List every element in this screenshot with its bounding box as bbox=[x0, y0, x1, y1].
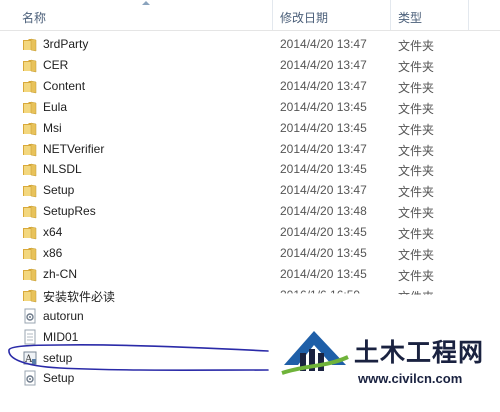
file-row[interactable]: zh-CN 2014/4/20 13:45 文件夹 bbox=[0, 264, 500, 285]
file-type: 文件夹 bbox=[398, 101, 435, 116]
civilcn-logo-icon bbox=[281, 331, 349, 375]
column-divider[interactable] bbox=[468, 0, 469, 30]
file-date: 2014/4/20 13:45 bbox=[280, 162, 367, 177]
file-name: Msi bbox=[43, 120, 62, 135]
file-type: 文件夹 bbox=[398, 122, 435, 137]
file-row[interactable]: SetupRes 2014/4/20 13:48 文件夹 bbox=[0, 201, 500, 222]
file-date: 2014/4/20 13:45 bbox=[280, 266, 367, 281]
file-date: 2014/4/20 13:47 bbox=[280, 141, 367, 156]
watermark-url: www.civilcn.com bbox=[358, 371, 463, 386]
folder-icon bbox=[22, 36, 38, 52]
file-type: 文件夹 bbox=[398, 185, 435, 200]
folder-icon bbox=[22, 78, 38, 94]
file-name: NLSDL bbox=[43, 162, 82, 177]
file-type: 文件夹 bbox=[398, 289, 435, 304]
file-name: autorun bbox=[43, 308, 84, 323]
file-date: 2014/4/20 13:48 bbox=[280, 204, 367, 219]
file-row[interactable]: Msi 2014/4/20 13:45 文件夹 bbox=[0, 118, 500, 139]
file-date: 2014/4/20 13:45 bbox=[280, 120, 367, 135]
file-type: 文件夹 bbox=[398, 39, 435, 53]
folder-icon bbox=[22, 99, 38, 115]
file-row[interactable]: NETVerifier 2014/4/20 13:47 文件夹 bbox=[0, 139, 500, 160]
hand-drawn-circle-annotation bbox=[8, 344, 269, 371]
file-row[interactable]: x64 2014/4/20 13:45 文件夹 bbox=[0, 222, 500, 243]
watermark-title: 土木工程网 bbox=[354, 338, 485, 367]
file-type: 文件夹 bbox=[398, 227, 435, 242]
file-row[interactable]: 安装软件必读 2016/1/6 16:59 文件夹 bbox=[0, 285, 500, 306]
folder-icon bbox=[22, 57, 38, 73]
column-header-name[interactable]: 名称 bbox=[22, 9, 46, 26]
file-date: 2014/4/20 13:47 bbox=[280, 78, 367, 93]
file-name: 安装软件必读 bbox=[43, 289, 116, 304]
file-type: 文件夹 bbox=[398, 248, 435, 262]
file-row[interactable]: Setup 2014/4/20 13:47 文件夹 bbox=[0, 180, 500, 201]
file-name: 3rdParty bbox=[43, 37, 89, 51]
file-name: NETVerifier bbox=[43, 141, 105, 156]
file-date: 2014/4/20 13:47 bbox=[280, 183, 367, 198]
folder-icon bbox=[22, 182, 38, 198]
file-row[interactable]: x86 2014/4/20 13:45 文件夹 bbox=[0, 243, 500, 264]
file-name: x64 bbox=[43, 225, 63, 240]
file-date: 2016/1/6 16:59 bbox=[280, 287, 361, 302]
file-name: Content bbox=[43, 78, 86, 93]
folder-icon bbox=[22, 287, 38, 303]
file-row[interactable]: CER 2014/4/20 13:47 文件夹 bbox=[0, 55, 500, 76]
sort-ascending-icon[interactable] bbox=[142, 1, 150, 5]
file-name: x86 bbox=[43, 246, 63, 260]
file-name: CER bbox=[43, 57, 69, 72]
folder-icon bbox=[22, 203, 38, 219]
file-row[interactable]: Content 2014/4/20 13:47 文件夹 bbox=[0, 76, 500, 97]
folder-icon bbox=[22, 245, 38, 261]
file-name: Eula bbox=[43, 99, 68, 114]
file-name: Setup bbox=[43, 183, 75, 198]
file-type: 文件夹 bbox=[398, 59, 435, 74]
column-header-date[interactable]: 修改日期 bbox=[280, 9, 328, 26]
column-header-bar: 名称 修改日期 类型 bbox=[0, 0, 500, 31]
folder-icon bbox=[22, 161, 38, 177]
file-row[interactable]: Eula 2014/4/20 13:45 文件夹 bbox=[0, 97, 500, 118]
file-row[interactable]: NLSDL 2014/4/20 13:45 文件夹 bbox=[0, 159, 500, 180]
watermark: 土木工程网 www.civilcn.com bbox=[276, 323, 500, 412]
file-date: 2014/4/20 13:47 bbox=[280, 57, 367, 72]
folder-icon bbox=[22, 120, 38, 136]
column-divider[interactable] bbox=[272, 0, 273, 30]
column-divider[interactable] bbox=[390, 0, 391, 30]
file-name: SetupRes bbox=[43, 204, 96, 219]
file-type: 文件夹 bbox=[398, 143, 435, 158]
folder-icon bbox=[22, 266, 38, 282]
settings-file-icon bbox=[22, 308, 38, 324]
file-date: 2014/4/20 13:45 bbox=[280, 99, 367, 114]
file-row[interactable]: 3rdParty 2014/4/20 13:47 文件夹 bbox=[0, 34, 500, 55]
file-date: 2014/4/20 13:47 bbox=[280, 37, 367, 51]
column-header-type[interactable]: 类型 bbox=[398, 9, 422, 26]
folder-icon bbox=[22, 141, 38, 157]
file-date: 2014/4/20 13:45 bbox=[280, 225, 367, 240]
file-type: 文件夹 bbox=[398, 206, 435, 221]
folder-icon bbox=[22, 224, 38, 240]
file-type: 文件夹 bbox=[398, 268, 435, 283]
file-type: 文件夹 bbox=[398, 80, 435, 95]
file-type: 文件夹 bbox=[398, 164, 435, 179]
file-name: zh-CN bbox=[43, 266, 78, 281]
file-date: 2014/4/20 13:45 bbox=[280, 246, 367, 260]
